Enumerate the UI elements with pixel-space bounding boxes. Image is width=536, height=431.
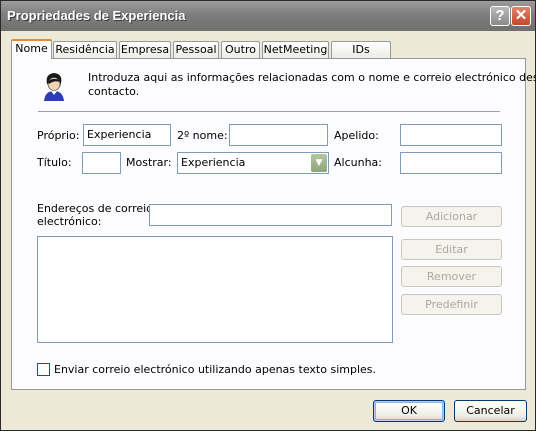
titulo-label: Título:: [37, 156, 72, 169]
person-icon: [44, 73, 64, 101]
segundo-nome-field[interactable]: [229, 124, 328, 146]
email-input[interactable]: [149, 204, 392, 226]
cancel-button[interactable]: Cancelar: [454, 400, 527, 422]
tab-nome[interactable]: Nome: [11, 39, 52, 59]
plain-text-checkbox[interactable]: [37, 363, 50, 376]
tab-ids-digitais[interactable]: IDs digitais: [331, 41, 391, 72]
tab-empresa[interactable]: Empresa: [119, 41, 171, 58]
email-label-line1: Endereços de correio: [37, 202, 153, 215]
apelido-field[interactable]: [400, 124, 502, 146]
intro-text-line1: Introduza aqui as informações relacionad…: [88, 71, 536, 84]
alcunha-label: Alcunha:: [334, 156, 382, 169]
tab-outro[interactable]: Outro: [221, 41, 260, 58]
window-title: Propriedades de Experiencia: [7, 8, 186, 23]
help-button[interactable]: ?: [490, 6, 510, 26]
tab-residencia[interactable]: Residência: [53, 41, 117, 58]
remove-button[interactable]: Remover: [401, 266, 502, 287]
mostrar-select[interactable]: Experiencia ▼: [177, 152, 329, 174]
title-bar[interactable]: Propriedades de Experiencia ? ✕: [1, 1, 535, 31]
mostrar-selected-value: Experiencia: [181, 156, 246, 169]
mostrar-label: Mostrar:: [126, 156, 172, 169]
proprio-label: Próprio:: [37, 129, 80, 142]
tab-netmeeting[interactable]: NetMeeting: [262, 41, 329, 58]
edit-button[interactable]: Editar: [401, 239, 502, 260]
proprio-field[interactable]: Experiencia: [83, 124, 171, 146]
add-button[interactable]: Adicionar: [401, 206, 502, 227]
separator: [38, 111, 500, 113]
alcunha-field[interactable]: [400, 152, 502, 174]
email-label-line2: electrónico:: [37, 215, 102, 228]
plain-text-label[interactable]: Enviar correio electrónico utilizando ap…: [54, 363, 376, 376]
close-button[interactable]: ✕: [511, 6, 531, 26]
tab-panel-nome: Introduza aqui as informações relacionad…: [11, 58, 536, 390]
properties-dialog: Propriedades de Experiencia ? ✕ Nome Res…: [0, 0, 536, 431]
ok-button[interactable]: OK: [373, 400, 445, 422]
tab-pessoal[interactable]: Pessoal: [173, 41, 219, 58]
intro-text-line2: contacto.: [88, 85, 140, 98]
titulo-field[interactable]: [82, 152, 121, 174]
apelido-label: Apelido:: [334, 129, 379, 142]
chevron-down-icon[interactable]: ▼: [311, 154, 327, 172]
set-default-button[interactable]: Predefinir: [401, 294, 502, 315]
email-list[interactable]: [37, 236, 393, 343]
segundo-nome-label: 2º nome:: [177, 129, 228, 142]
